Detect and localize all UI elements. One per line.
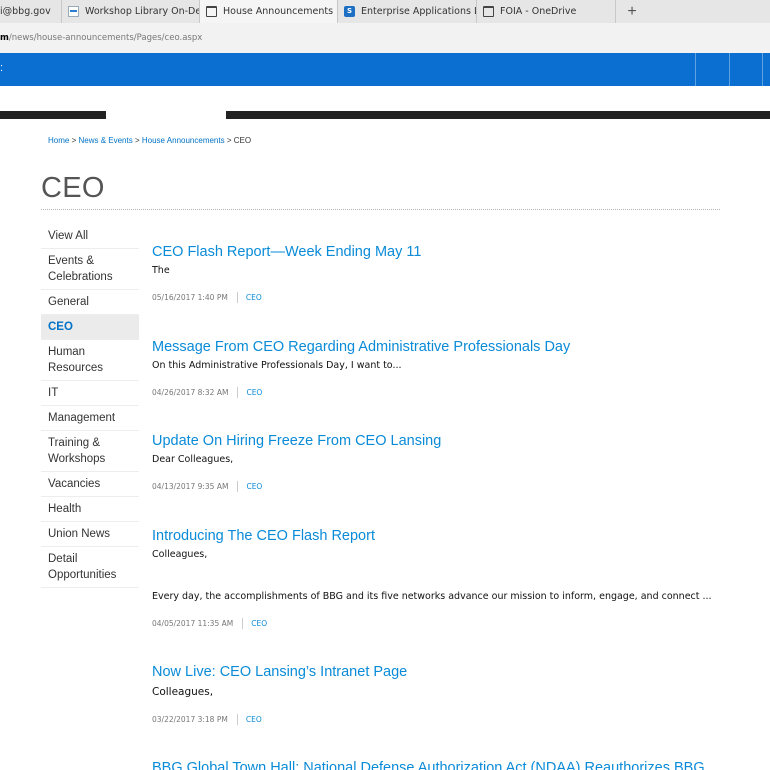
post-item: Update On Hiring Freeze From CEO Lansing… bbox=[152, 433, 712, 492]
nav-item-it[interactable]: IT bbox=[41, 381, 139, 406]
post-item: Message From CEO Regarding Administrativ… bbox=[152, 339, 712, 398]
suitebar-divider bbox=[729, 53, 730, 86]
new-tab-button[interactable]: + bbox=[620, 0, 644, 23]
top-nav-bar bbox=[0, 111, 770, 119]
suitebar-divider bbox=[762, 53, 763, 86]
post-category-link[interactable]: CEO bbox=[246, 482, 262, 491]
post-item: Now Live: CEO Lansing’s Intranet Page Co… bbox=[152, 664, 712, 725]
tab-label: i@bbg.gov bbox=[0, 6, 51, 17]
url-domain: m bbox=[0, 33, 9, 43]
post-date: 04/13/2017 9:35 AM bbox=[152, 482, 229, 491]
breadcrumb: Home > News & Events > House Announcemen… bbox=[48, 136, 251, 145]
tab-label: FOIA - OneDrive bbox=[500, 6, 577, 17]
tab-foia-onedrive[interactable]: FOIA - OneDrive bbox=[477, 0, 616, 23]
suite-bar: : bbox=[0, 53, 770, 86]
meta-divider bbox=[237, 481, 239, 492]
window-icon bbox=[483, 6, 494, 17]
post-title-link[interactable]: Now Live: CEO Lansing’s Intranet Page bbox=[152, 664, 712, 680]
nav-item-management[interactable]: Management bbox=[41, 406, 139, 431]
post-meta: 04/05/2017 11:35 AM CEO bbox=[152, 618, 712, 629]
post-excerpt: Colleagues, bbox=[152, 549, 208, 560]
post-meta: 03/22/2017 3:18 PM CEO bbox=[152, 714, 712, 725]
breadcrumb-separator: > bbox=[226, 136, 232, 145]
tab-label: Workshop Library On-Dema bbox=[85, 6, 200, 17]
mail-icon bbox=[68, 6, 79, 17]
tab-label: House Announcements bbox=[223, 6, 334, 17]
window-icon bbox=[206, 6, 217, 17]
post-date: 04/05/2017 11:35 AM bbox=[152, 619, 234, 628]
app-launcher-icon[interactable]: : bbox=[0, 62, 3, 74]
post-date: 05/16/2017 1:40 PM bbox=[152, 293, 228, 302]
breadcrumb-home[interactable]: Home bbox=[48, 136, 69, 145]
post-category-link[interactable]: CEO bbox=[246, 715, 262, 724]
nav-item-health[interactable]: Health bbox=[41, 497, 139, 522]
page-title: CEO bbox=[41, 172, 105, 204]
breadcrumb-house-announcements[interactable]: House Announcements bbox=[142, 136, 225, 145]
post-title-link[interactable]: Update On Hiring Freeze From CEO Lansing bbox=[152, 433, 712, 449]
tab-label: Enterprise Applications Limi bbox=[361, 6, 476, 17]
tab-house-announcements[interactable]: House Announcements ✕ bbox=[200, 0, 338, 23]
nav-item-events-celebrations[interactable]: Events & Celebrations bbox=[41, 249, 139, 290]
post-item: CEO Flash Report—Week Ending May 11 The … bbox=[152, 244, 712, 303]
post-date: 03/22/2017 3:18 PM bbox=[152, 715, 228, 724]
breadcrumb-separator: > bbox=[71, 136, 77, 145]
nav-item-human-resources[interactable]: Human Resources bbox=[41, 340, 139, 381]
nav-item-training-workshops[interactable]: Training & Workshops bbox=[41, 431, 139, 472]
breadcrumb-news-events[interactable]: News & Events bbox=[78, 136, 132, 145]
post-excerpt: Colleagues, bbox=[152, 686, 214, 698]
post-meta: 05/16/2017 1:40 PM CEO bbox=[152, 292, 712, 303]
post-excerpt: The bbox=[152, 265, 170, 276]
address-bar[interactable]: m/news/house-announcements/Pages/ceo.asp… bbox=[0, 23, 770, 53]
top-nav-selected-item[interactable] bbox=[106, 111, 226, 119]
breadcrumb-separator: > bbox=[134, 136, 140, 145]
tab-email[interactable]: i@bbg.gov bbox=[0, 0, 62, 23]
meta-divider bbox=[242, 618, 244, 629]
post-category-link[interactable]: CEO bbox=[246, 293, 262, 302]
meta-divider bbox=[236, 292, 238, 303]
post-item: Introducing The CEO Flash Report Colleag… bbox=[152, 528, 712, 629]
nav-item-ceo[interactable]: CEO bbox=[41, 315, 139, 340]
post-title-link[interactable]: CEO Flash Report—Week Ending May 11 bbox=[152, 244, 712, 260]
post-meta: 04/26/2017 8:32 AM CEO bbox=[152, 387, 712, 398]
tab-workshop-library[interactable]: Workshop Library On-Dema bbox=[62, 0, 200, 23]
post-date: 04/26/2017 8:32 AM bbox=[152, 388, 229, 397]
breadcrumb-current: CEO bbox=[233, 136, 252, 145]
nav-item-union-news[interactable]: Union News bbox=[41, 522, 139, 547]
nav-item-vacancies[interactable]: Vacancies bbox=[41, 472, 139, 497]
meta-divider bbox=[237, 387, 239, 398]
tab-enterprise-applications[interactable]: S Enterprise Applications Limi bbox=[338, 0, 477, 23]
url-path: /news/house-announcements/Pages/ceo.aspx bbox=[8, 33, 203, 43]
post-item: BBG Global Town Hall: National Defense A… bbox=[152, 760, 712, 770]
post-title-link[interactable]: Introducing The CEO Flash Report bbox=[152, 528, 712, 544]
suitebar-divider bbox=[695, 53, 696, 86]
nav-item-view-all[interactable]: View All bbox=[41, 224, 139, 249]
nav-item-general[interactable]: General bbox=[41, 290, 139, 315]
post-category-link[interactable]: CEO bbox=[246, 388, 262, 397]
sharepoint-icon: S bbox=[344, 6, 355, 17]
post-excerpt: On this Administrative Professionals Day… bbox=[152, 360, 402, 371]
category-nav: View All Events & Celebrations General C… bbox=[41, 224, 139, 588]
post-excerpt-body: Every day, the accomplishments of BBG an… bbox=[152, 591, 712, 602]
meta-divider bbox=[236, 714, 238, 725]
post-title-link[interactable]: Message From CEO Regarding Administrativ… bbox=[152, 339, 712, 355]
title-divider bbox=[41, 209, 720, 210]
post-meta: 04/13/2017 9:35 AM CEO bbox=[152, 481, 712, 492]
post-category-link[interactable]: CEO bbox=[251, 619, 267, 628]
browser-tab-strip: i@bbg.gov Workshop Library On-Dema House… bbox=[0, 0, 770, 23]
post-title-link[interactable]: BBG Global Town Hall: National Defense A… bbox=[152, 760, 712, 770]
post-excerpt: Dear Colleagues, bbox=[152, 454, 234, 465]
nav-item-detail-opportunities[interactable]: Detail Opportunities bbox=[41, 547, 139, 588]
